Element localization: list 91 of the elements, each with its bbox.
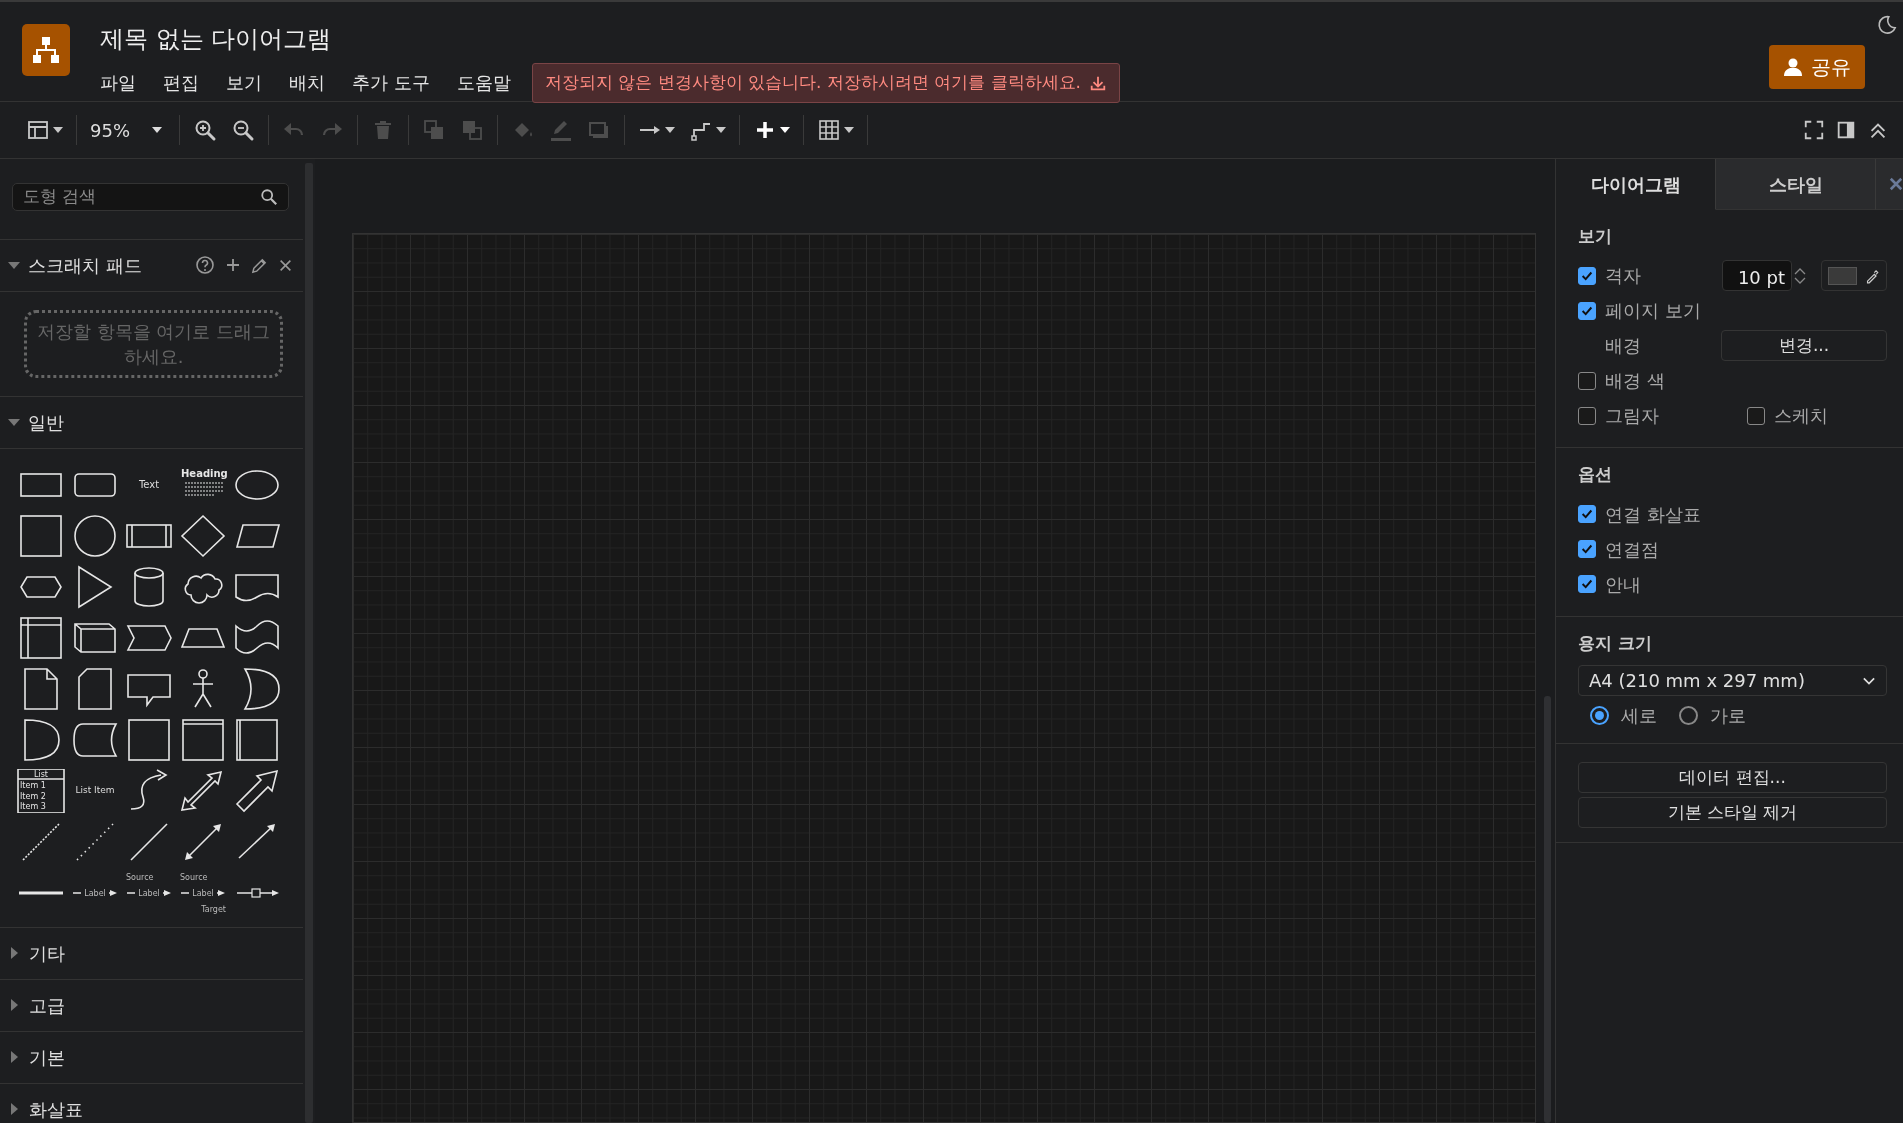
collapsed-triangle-icon[interactable]	[11, 999, 18, 1011]
zoom-level-dropdown[interactable]: 95%	[90, 116, 166, 144]
section-heading: 보기	[1578, 226, 1613, 247]
field-label: 배경	[1605, 334, 1641, 359]
diamond-shape[interactable]	[179, 513, 227, 558]
panel-button[interactable]: 데이터 편집...	[1578, 762, 1887, 794]
collapsed-triangle-icon[interactable]	[11, 947, 18, 959]
checkbox[interactable]	[1578, 301, 1596, 320]
share-button[interactable]: 공유	[1769, 45, 1865, 89]
menu-item[interactable]: 보기	[226, 69, 262, 97]
section-title[interactable]: 일반	[28, 408, 64, 436]
titled-container-shape[interactable]	[179, 717, 227, 762]
checkbox-label: 페이지 보기	[1605, 299, 1701, 324]
menu-item[interactable]: 추가 도구	[352, 69, 430, 97]
radio-button[interactable]	[1590, 706, 1609, 726]
zoom-out-icon[interactable]	[231, 118, 255, 142]
moon-icon[interactable]	[1875, 14, 1897, 36]
checkbox[interactable]	[1578, 371, 1596, 390]
checkbox-label: 그림자	[1605, 404, 1659, 429]
color-swatch	[1828, 266, 1857, 285]
section-title[interactable]: 스크래치 패드	[28, 251, 142, 279]
checkbox[interactable]	[1578, 540, 1596, 559]
list-shape[interactable]: List Item 1 Item 2 Item 3	[17, 768, 65, 813]
close-icon[interactable]	[278, 257, 293, 273]
section-title[interactable]: 고급	[29, 991, 65, 1019]
section-heading: 용지 크기	[1578, 632, 1653, 654]
checkbox-label: 안내	[1605, 572, 1641, 597]
checkbox[interactable]	[1578, 266, 1596, 285]
help-icon[interactable]	[195, 255, 215, 275]
section-heading: 옵션	[1578, 464, 1613, 485]
dropdown-button[interactable]	[817, 118, 854, 142]
drop-zone-hint: 저장할 항목을 여기로 드래그하세요.	[24, 309, 283, 378]
eyedropper-icon[interactable]	[1864, 267, 1880, 284]
checkbox[interactable]	[1578, 505, 1596, 524]
paper-size-select[interactable]: A4 (210 mm x 297 mm)	[1578, 665, 1887, 697]
block-arrow-shape[interactable]	[233, 768, 281, 813]
caret-icon[interactable]	[844, 127, 854, 133]
fullscreen-icon[interactable]	[1803, 119, 1825, 141]
grid-size-field[interactable]: 10 pt	[1722, 260, 1792, 292]
pencil-icon[interactable]	[251, 256, 268, 274]
radio-button[interactable]	[1679, 706, 1698, 726]
panel-icon[interactable]	[1835, 119, 1857, 141]
unsaved-changes-notice[interactable]: 저장되지 않은 변경사항이 있습니다. 저장하시려면 여기를 클릭하세요.	[531, 63, 1120, 103]
change-button[interactable]: 변경...	[1721, 330, 1887, 362]
search-field[interactable]: 도형 검색	[12, 183, 289, 211]
internal-storage-shape[interactable]	[17, 615, 65, 660]
caret-icon[interactable]	[53, 127, 63, 133]
caret-icon[interactable]	[780, 127, 790, 133]
menu-item[interactable]: 편집	[163, 69, 199, 97]
section-title[interactable]: 화살표	[29, 1095, 83, 1123]
section-title[interactable]: 기타	[29, 939, 65, 967]
table-icon[interactable]	[817, 118, 841, 142]
radio-label: 세로	[1621, 704, 1657, 729]
search-icon[interactable]	[260, 187, 278, 206]
layout-icon[interactable]	[26, 118, 50, 142]
checkbox-label: 연결 화살표	[1605, 502, 1701, 527]
checkbox-label: 격자	[1605, 264, 1641, 289]
list-item-shape[interactable]: List Item	[75, 783, 115, 798]
expanded-triangle-icon[interactable]	[8, 261, 20, 269]
text-shape[interactable]: Text	[138, 477, 160, 492]
checkbox[interactable]	[1578, 575, 1596, 594]
document-title[interactable]: 제목 없는 다이어그램	[100, 24, 1120, 54]
close-icon[interactable]	[1889, 177, 1903, 191]
panel-button[interactable]: 기본 스타일 제거	[1578, 797, 1887, 829]
checkbox[interactable]	[1747, 406, 1765, 425]
collapsed-triangle-icon[interactable]	[11, 1103, 18, 1115]
circle-shape[interactable]	[71, 513, 119, 558]
side-container-shape[interactable]	[233, 717, 281, 762]
caret-icon[interactable]	[716, 127, 726, 133]
collapsed-triangle-icon[interactable]	[11, 1051, 18, 1063]
panel-tab[interactable]: 스타일	[1716, 159, 1876, 210]
container-shape[interactable]	[125, 717, 173, 762]
section-title[interactable]: 기본	[29, 1043, 65, 1071]
square-shape[interactable]	[17, 513, 65, 558]
dropdown-button[interactable]	[26, 118, 63, 142]
menu-item[interactable]: 배치	[289, 69, 325, 97]
app-logo	[22, 24, 70, 76]
checkbox-label: 연결점	[1605, 537, 1659, 562]
plus-icon[interactable]	[225, 257, 241, 273]
user-icon	[1783, 57, 1803, 77]
grid-color-button[interactable]	[1821, 260, 1887, 292]
caret-icon[interactable]	[665, 127, 675, 133]
menu-item[interactable]: 도움말	[456, 69, 511, 97]
checkbox[interactable]	[1578, 406, 1596, 425]
checkbox-label: 스케치	[1774, 404, 1828, 429]
expanded-triangle-icon[interactable]	[8, 418, 20, 426]
checkbox-label: 배경 색	[1605, 369, 1665, 394]
caret-icon[interactable]	[152, 127, 162, 133]
zoom-in-icon[interactable]	[193, 118, 217, 142]
radio-label: 가로	[1710, 704, 1746, 729]
menu-item[interactable]: 파일	[100, 69, 136, 97]
